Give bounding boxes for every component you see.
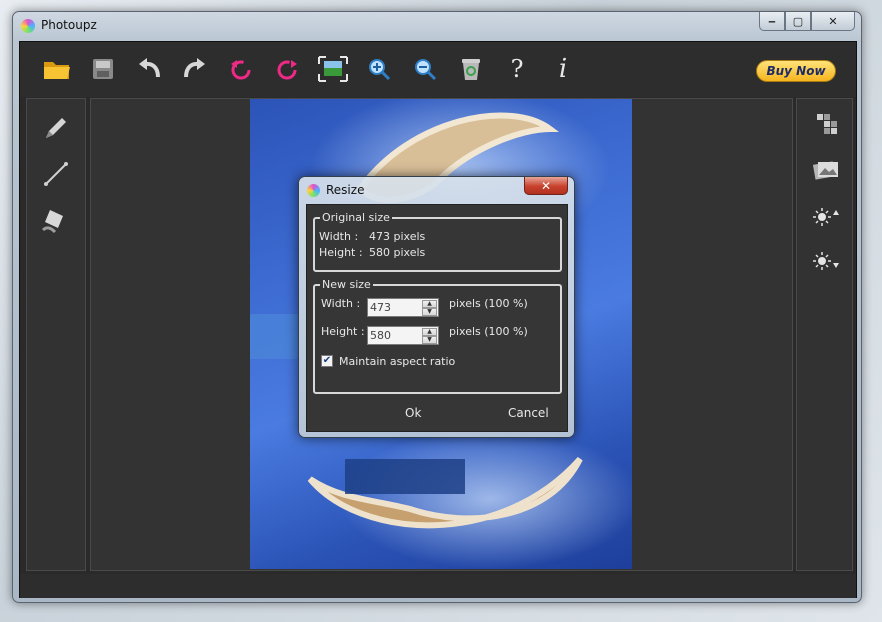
undo-icon[interactable] — [134, 54, 164, 84]
minimize-button[interactable]: ‒ — [759, 12, 785, 31]
window-title: Photoupz — [41, 18, 97, 32]
height-increment-button[interactable]: ▲ — [422, 328, 437, 336]
paint-bucket-icon[interactable] — [39, 203, 73, 237]
title-bar[interactable]: Photoupz ‒ ▢ ✕ — [13, 12, 861, 40]
height-stepper[interactable]: ▲ ▼ — [367, 326, 439, 345]
cancel-button[interactable]: Cancel — [508, 406, 549, 420]
zoom-out-icon[interactable] — [410, 54, 440, 84]
original-size-group: Original size Width : 473 pixels Height … — [313, 211, 562, 272]
app-logo-icon — [21, 19, 35, 33]
help-icon[interactable]: ? — [502, 54, 532, 84]
redo-icon[interactable] — [180, 54, 210, 84]
open-folder-icon[interactable] — [42, 54, 72, 84]
status-bar — [20, 574, 856, 598]
new-width-suffix: pixels (100 %) — [449, 297, 528, 310]
new-size-legend: New size — [320, 278, 373, 291]
height-decrement-button[interactable]: ▼ — [422, 336, 437, 344]
resize-dialog: Resize ✕ Original size Width : 473 pixel… — [298, 176, 575, 438]
width-increment-button[interactable]: ▲ — [422, 300, 437, 308]
recycle-bin-icon[interactable] — [456, 54, 486, 84]
height-input[interactable] — [369, 328, 421, 343]
maximize-button[interactable]: ▢ — [785, 12, 811, 31]
pencil-icon[interactable] — [39, 111, 73, 145]
width-input[interactable] — [369, 300, 421, 315]
brightness-up-icon[interactable] — [809, 199, 843, 233]
photo-effect-icon[interactable] — [809, 153, 843, 187]
ok-button[interactable]: Ok — [405, 406, 421, 420]
buy-now-button[interactable]: Buy Now — [756, 60, 836, 82]
close-button[interactable]: ✕ — [811, 12, 855, 31]
new-size-group: New size Width : ▲ ▼ pixels (100 %) Heig… — [313, 278, 562, 394]
info-icon[interactable]: i — [548, 54, 578, 84]
dialog-body: Original size Width : 473 pixels Height … — [306, 204, 568, 432]
dialog-close-button[interactable]: ✕ — [524, 177, 568, 195]
dialog-logo-icon — [307, 184, 320, 197]
zoom-in-icon[interactable] — [364, 54, 394, 84]
maintain-aspect-label[interactable]: Maintain aspect ratio — [339, 355, 455, 368]
resize-icon[interactable] — [318, 54, 348, 84]
maintain-aspect-checkbox[interactable]: ✔ — [321, 355, 333, 367]
original-height-value: 580 pixels — [369, 246, 426, 259]
original-width-value: 473 pixels — [369, 230, 426, 243]
original-size-legend: Original size — [320, 211, 392, 224]
save-icon[interactable] — [88, 54, 118, 84]
rotate-left-icon[interactable] — [226, 54, 256, 84]
left-tool-panel — [26, 98, 86, 571]
pixelate-icon[interactable] — [809, 107, 843, 141]
line-icon[interactable] — [39, 157, 73, 191]
right-tool-panel — [796, 98, 853, 571]
new-width-label: Width : — [321, 297, 361, 310]
original-height-label: Height : — [319, 246, 363, 259]
brightness-down-icon[interactable] — [809, 245, 843, 279]
new-height-suffix: pixels (100 %) — [449, 325, 528, 338]
width-decrement-button[interactable]: ▼ — [422, 308, 437, 316]
new-height-label: Height : — [321, 325, 365, 338]
rotate-right-icon[interactable] — [272, 54, 302, 84]
width-stepper[interactable]: ▲ ▼ — [367, 298, 439, 317]
original-width-label: Width : — [319, 230, 359, 243]
dialog-title: Resize — [326, 183, 365, 197]
main-toolbar: ? i Buy Now — [20, 42, 856, 97]
caption-buttons: ‒ ▢ ✕ — [759, 12, 855, 31]
